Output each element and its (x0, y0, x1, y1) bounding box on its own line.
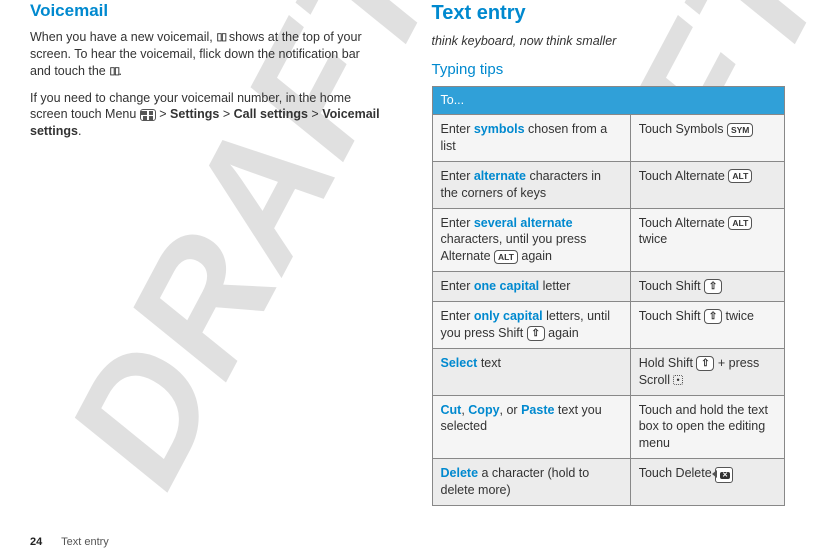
table-cell-right: Touch Delete ✕ (630, 459, 784, 506)
text-entry-heading: Text entry (432, 0, 786, 27)
scroll-icon (673, 375, 683, 385)
voicemail-heading: Voicemail (30, 0, 384, 23)
text: . (118, 64, 121, 78)
table-cell-right: Touch Shift twice (630, 302, 784, 349)
sym-icon: SYM (727, 123, 753, 137)
table-cell-right: Touch Shift (630, 272, 784, 302)
text: . (78, 124, 81, 138)
page-number: 24 (30, 536, 42, 548)
table-cell-left: Enter only capital letters, until you pr… (432, 302, 630, 349)
table-header: To... (432, 87, 785, 115)
table-cell-right: Hold Shift + press Scroll (630, 348, 784, 395)
typing-tips-table: To... Enter symbols chosen from a listTo… (432, 86, 786, 506)
table-row: Enter alternate characters in the corner… (432, 161, 785, 208)
table-row: Enter one capital letterTouch Shift (432, 272, 785, 302)
table-cell-left: Cut, Copy, or Paste text you selected (432, 395, 630, 459)
table-row: Enter only capital letters, until you pr… (432, 302, 785, 349)
voicemail-para1: When you have a new voicemail, ⌷⌷ shows … (30, 29, 384, 80)
delete-icon: ✕ (715, 467, 733, 483)
call-settings-label: Call settings (234, 107, 308, 121)
text: > (308, 107, 322, 121)
table-cell-right: Touch and hold the text box to open the … (630, 395, 784, 459)
subtitle: think keyboard, now think smaller (432, 33, 786, 50)
table-row: Select textHold Shift + press Scroll (432, 348, 785, 395)
alt-icon: ALT (728, 216, 752, 230)
table-cell-left: Enter symbols chosen from a list (432, 115, 630, 162)
shift-icon (696, 356, 714, 371)
text: > (219, 107, 233, 121)
page-footer: 24 Text entry (30, 535, 109, 550)
table-cell-left: Enter one capital letter (432, 272, 630, 302)
table-row: Delete a character (hold to delete more)… (432, 459, 785, 506)
settings-label: Settings (170, 107, 219, 121)
table-cell-right: Touch Alternate ALT (630, 161, 784, 208)
shift-icon (527, 326, 545, 341)
table-cell-left: Enter alternate characters in the corner… (432, 161, 630, 208)
table-row: Enter several alternate characters, unti… (432, 208, 785, 272)
menu-icon (140, 109, 156, 121)
typing-tips-subhead: Typing tips (432, 60, 786, 80)
table-cell-right: Touch Symbols SYM (630, 115, 784, 162)
text: When you have a new voicemail, (30, 30, 216, 44)
alt-icon: ALT (494, 250, 518, 264)
table-cell-left: Delete a character (hold to delete more) (432, 459, 630, 506)
table-cell-left: Select text (432, 348, 630, 395)
alt-icon: ALT (728, 169, 752, 183)
voicemail-para2: If you need to change your voicemail num… (30, 90, 384, 141)
left-column: Voicemail When you have a new voicemail,… (30, 0, 384, 506)
table-cell-left: Enter several alternate characters, unti… (432, 208, 630, 272)
table-row: Enter symbols chosen from a listTouch Sy… (432, 115, 785, 162)
shift-icon (704, 279, 722, 294)
right-column: Text entry think keyboard, now think sma… (432, 0, 786, 506)
shift-icon (704, 309, 722, 324)
text: > (156, 107, 170, 121)
table-row: Cut, Copy, or Paste text you selectedTou… (432, 395, 785, 459)
table-cell-right: Touch Alternate ALT twice (630, 208, 784, 272)
chapter-label: Text entry (61, 536, 109, 548)
